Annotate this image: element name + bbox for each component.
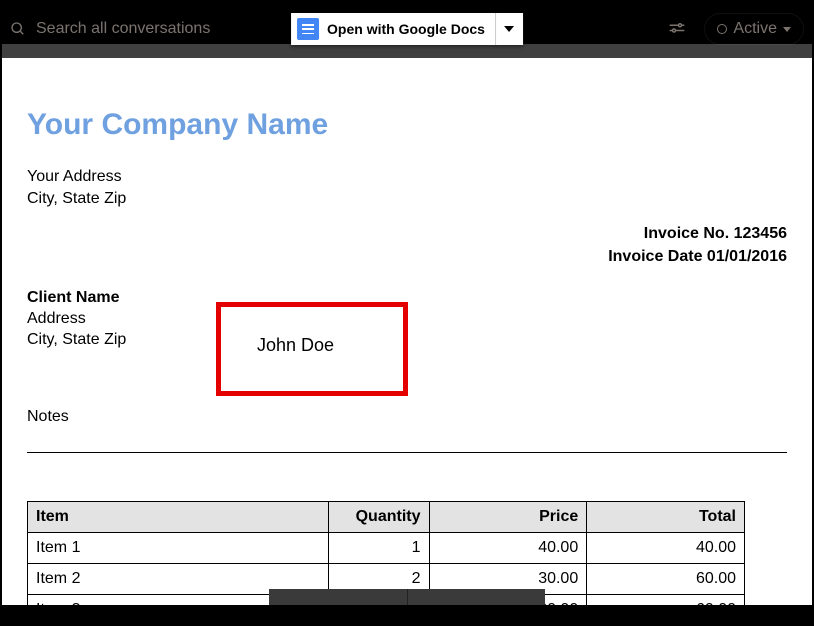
invoice-no: 123456 [734,225,787,242]
invoice-table: Item Quantity Price Total Item 1 1 40.00… [27,501,745,626]
table-row: Item 1 1 40.00 40.00 [28,533,745,564]
google-docs-icon [297,18,319,40]
cell-total: 60.00 [587,595,745,626]
col-price: Price [429,502,587,533]
highlight-annotation: John Doe [216,302,408,396]
col-total: Total [587,502,745,533]
open-with-google-docs-button[interactable]: Open with Google Docs [291,13,495,45]
cell-total: 40.00 [587,533,745,564]
active-label: Active [733,20,777,38]
search-conversations[interactable]: Search all conversations [10,20,210,38]
company-address-line1: Your Address [27,166,787,188]
invoice-no-label: Invoice No. [644,225,729,242]
company-address-line2: City, State Zip [27,188,787,210]
cell-price: 40.00 [429,533,587,564]
open-with-dropdown[interactable] [495,13,523,45]
document-page: Your Company Name Your Address City, Sta… [2,44,812,605]
open-with-label: Open with Google Docs [327,21,485,37]
col-quantity: Quantity [329,502,429,533]
status-dot-icon [717,24,727,34]
col-item: Item [28,502,329,533]
filter-sliders-icon[interactable] [668,20,686,38]
active-status-pill[interactable]: Active [704,13,804,45]
invoice-date: 01/01/2016 [707,248,787,265]
cell-item: Item 1 [28,533,329,564]
divider [27,452,787,453]
highlight-text: John Doe [257,335,334,356]
notes-label: Notes [27,408,787,426]
cell-total: 60.00 [587,564,745,595]
company-name: Your Company Name [27,108,787,142]
viewer-bottom-bar[interactable] [269,589,545,605]
search-placeholder-text: Search all conversations [36,20,210,38]
caret-down-icon [504,26,514,32]
search-icon [10,21,26,37]
cell-quantity: 1 [329,533,429,564]
top-toolbar: Search all conversations Open with Googl… [0,0,814,58]
chevron-down-icon [783,27,791,32]
invoice-meta: Invoice No. 123456 Invoice Date 01/01/20… [27,223,787,268]
open-with-google-docs: Open with Google Docs [291,13,523,45]
invoice-date-label: Invoice Date [608,248,702,265]
table-header-row: Item Quantity Price Total [28,502,745,533]
